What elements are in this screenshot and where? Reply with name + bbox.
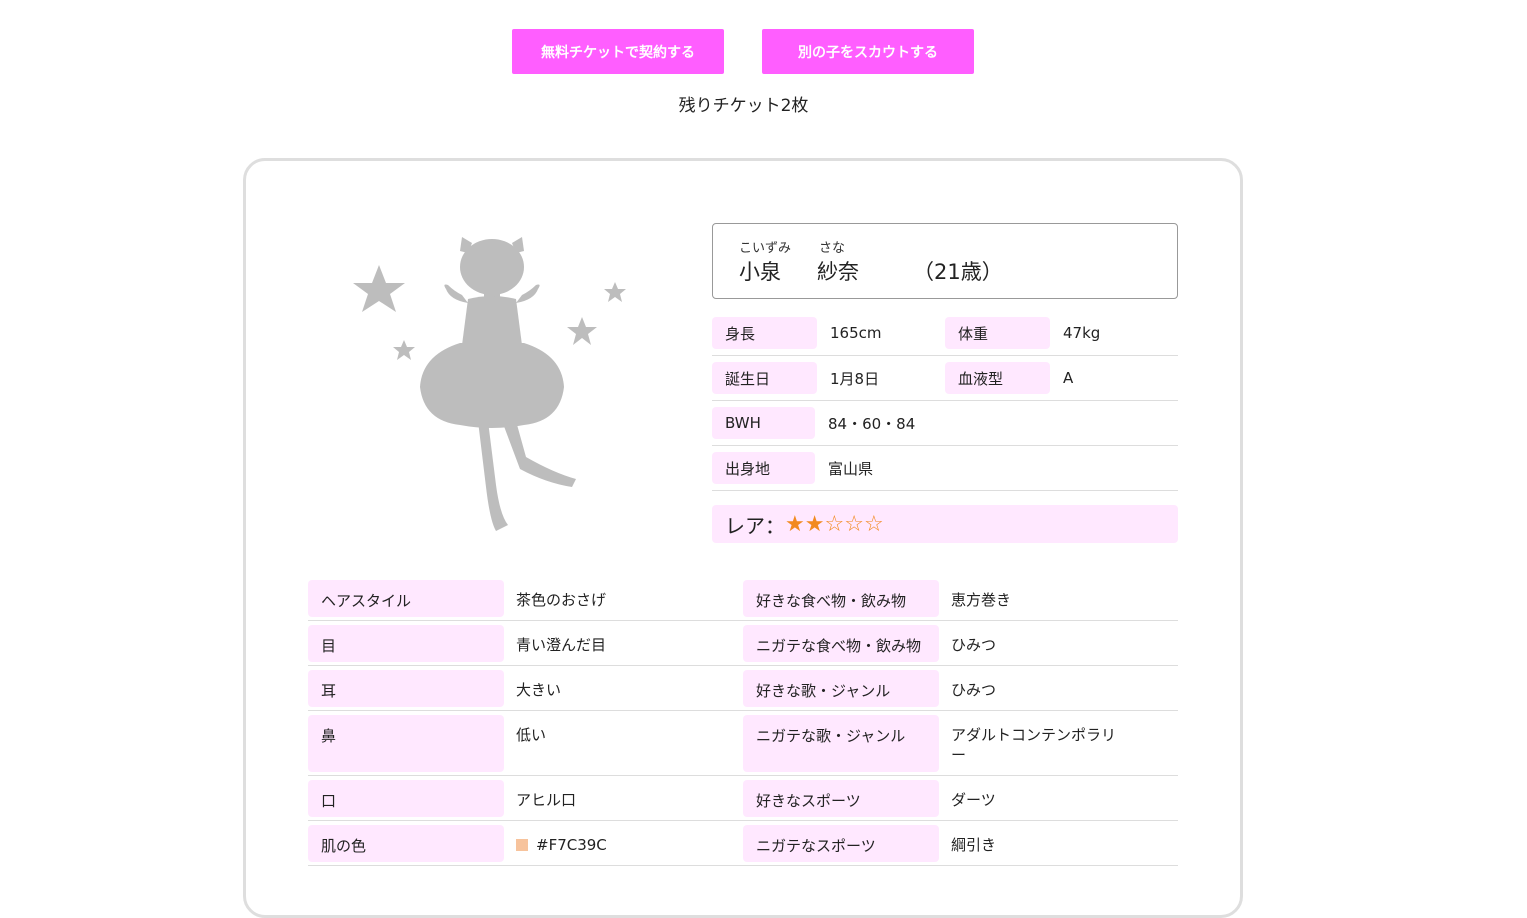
detail-value: 恵方巻き [951, 591, 1012, 609]
detail-value: ひみつ [951, 681, 997, 699]
given-name: 紗奈 [817, 260, 859, 284]
detail-label: 目 [308, 625, 504, 662]
stat-row: 出身地 富山県 [712, 446, 1178, 491]
star-decoration-icon [393, 340, 415, 360]
star-empty-icon: ☆ [844, 512, 864, 537]
star-filled-icon: ★ [785, 512, 805, 537]
star-empty-icon: ☆ [824, 512, 845, 537]
star-decoration-icon [353, 265, 405, 312]
birthday-label: 誕生日 [712, 362, 817, 394]
skin-color-swatch [516, 839, 528, 851]
detail-label: 好きな歌・ジャンル [743, 670, 939, 707]
detail-value: アダルトコンテンポラリー [951, 726, 1117, 764]
height-label: 身長 [712, 317, 817, 349]
detail-row: 肌の色 #F7C39C ニガテなスポーツ 綱引き [308, 821, 1178, 866]
detail-label: 口 [308, 780, 504, 817]
detail-label: 好きなスポーツ [743, 780, 939, 817]
given-name-ruby: さな [819, 241, 846, 256]
detail-value: 綱引き [951, 836, 997, 854]
detail-row: 鼻低い ニガテな歌・ジャンル アダルトコンテンポラリー [308, 711, 1178, 776]
detail-value: 大きい [516, 681, 562, 699]
detail-label: ヘアスタイル [308, 580, 504, 617]
rarity-stars: ★★☆☆☆ [785, 512, 884, 536]
detail-label: 耳 [308, 670, 504, 707]
bwh-label: BWH [712, 407, 815, 439]
origin-value: 富山県 [828, 459, 874, 478]
detail-label: 鼻 [308, 715, 504, 772]
detail-label: ニガテな歌・ジャンル [743, 715, 939, 772]
blood-type-value: A [1063, 369, 1074, 387]
surname-ruby: こいずみ [739, 241, 792, 256]
star-decoration-icon [567, 317, 597, 345]
detail-value: 低い [516, 726, 547, 744]
detail-value: 茶色のおさげ [516, 591, 607, 609]
detail-label: ニガテな食べ物・飲み物 [743, 625, 939, 662]
detail-row: 口アヒル口 好きなスポーツ ダーツ [308, 776, 1178, 821]
rarity-label: レア： [725, 513, 785, 538]
weight-value: 47kg [1063, 324, 1101, 342]
detail-label: 好きな食べ物・飲み物 [743, 580, 939, 617]
origin-label: 出身地 [712, 452, 815, 484]
detail-value: 青い澄んだ目 [516, 636, 607, 654]
birthday-value: 1月8日 [830, 369, 880, 388]
tickets-remaining: 残りチケット2枚 [678, 96, 809, 116]
top-actions: 無料チケットで契約する 別の子をスカウトする [0, 29, 1527, 74]
detail-label: ニガテなスポーツ [743, 825, 939, 862]
age: （21歳） [913, 260, 1003, 284]
character-silhouette-image [353, 237, 626, 531]
contract-with-ticket-button[interactable]: 無料チケットで契約する [512, 29, 724, 74]
weight-label: 体重 [945, 317, 1050, 349]
stat-row: BWH 84・60・84 [712, 401, 1178, 446]
details-table: ヘアスタイル 茶色のおさげ 好きな食べ物・飲み物 恵方巻き目青い澄んだ目 ニガテな食べ物… [308, 576, 1178, 866]
bwh-value: 84・60・84 [828, 414, 916, 433]
scout-another-button[interactable]: 別の子をスカウトする [762, 29, 974, 74]
detail-value: ひみつ [951, 636, 997, 654]
surname: 小泉 [739, 260, 781, 284]
detail-label: 肌の色 [308, 825, 504, 862]
detail-row: ヘアスタイル 茶色のおさげ 好きな食べ物・飲み物 恵方巻き [308, 576, 1178, 621]
skin-color-value: #F7C39C [536, 836, 607, 854]
star-empty-icon: ☆ [863, 512, 884, 537]
star-filled-icon: ★ [804, 512, 825, 537]
name-box: こいずみ さな 小泉 紗奈 （21歳） [712, 223, 1178, 299]
detail-value: ダーツ [951, 791, 996, 809]
detail-row: 目青い澄んだ目 ニガテな食べ物・飲み物 ひみつ [308, 621, 1178, 666]
height-value: 165cm [830, 324, 882, 342]
star-decoration-icon [604, 282, 626, 302]
detail-value: #F7C39C [516, 825, 607, 855]
stat-row: 身長 165cm 体重 47kg [712, 311, 1178, 356]
stat-row: 誕生日 1月8日 血液型 A [712, 356, 1178, 401]
blood-type-label: 血液型 [945, 362, 1050, 394]
detail-row: 耳大きい 好きな歌・ジャンル ひみつ [308, 666, 1178, 711]
basic-stats: 身長 165cm 体重 47kg 誕生日 1月8日 血液型 A BWH 84・6… [712, 311, 1178, 491]
rarity-bar: レア： ★★☆☆☆ [712, 505, 1178, 543]
detail-value: アヒル口 [516, 791, 577, 809]
